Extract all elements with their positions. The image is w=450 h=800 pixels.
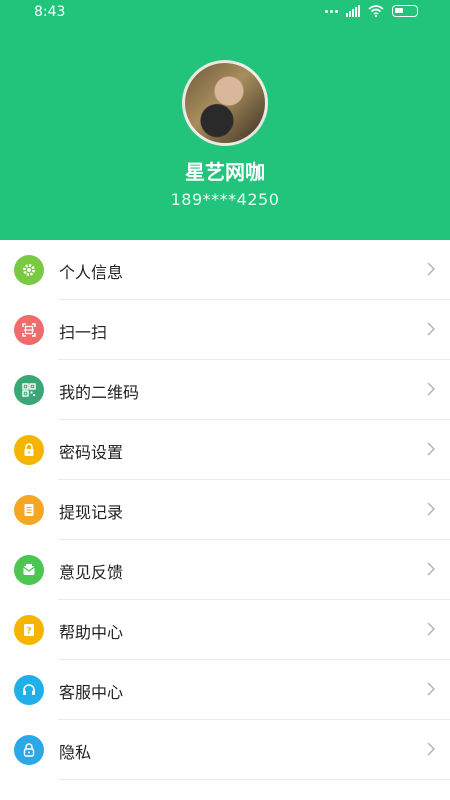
profile-header: 8:43 星艺网咖 189****4250	[0, 0, 450, 240]
status-bar: 8:43	[0, 0, 450, 26]
menu-item-label: 隐私	[59, 743, 92, 762]
menu-item-help-center[interactable]: ? 帮助中心	[0, 600, 450, 660]
help-icon: ?	[14, 615, 44, 645]
qr-code-icon	[14, 375, 44, 405]
status-time: 8:43	[34, 4, 66, 20]
headset-icon	[14, 675, 44, 705]
privacy-lock-icon	[14, 735, 44, 765]
menu-item-label: 提现记录	[59, 503, 124, 522]
avatar[interactable]	[182, 60, 268, 146]
menu-list: 个人信息 扫一扫 我的二维码 密码设置 提现记录 意见反馈 ? 帮助中心 客服中…	[0, 240, 450, 780]
menu-item-personal-info[interactable]: 个人信息	[0, 240, 450, 300]
menu-item-label: 个人信息	[59, 263, 124, 282]
menu-item-my-qr-code[interactable]: 我的二维码	[0, 360, 450, 420]
status-icons	[325, 5, 418, 17]
document-icon	[14, 495, 44, 525]
menu-item-label: 我的二维码	[59, 383, 140, 402]
wifi-icon	[368, 5, 384, 17]
menu-item-label: 帮助中心	[59, 623, 124, 642]
chevron-right-icon	[426, 740, 436, 758]
battery-icon	[392, 5, 418, 17]
gear-icon	[14, 255, 44, 285]
menu-item-customer-service[interactable]: 客服中心	[0, 660, 450, 720]
menu-item-scan[interactable]: 扫一扫	[0, 300, 450, 360]
chevron-right-icon	[426, 500, 436, 518]
chevron-right-icon	[426, 440, 436, 458]
chevron-right-icon	[426, 560, 436, 578]
username: 星艺网咖	[185, 160, 265, 184]
notification-dots-icon	[325, 9, 338, 13]
chevron-right-icon	[426, 380, 436, 398]
menu-item-withdrawal-records[interactable]: 提现记录	[0, 480, 450, 540]
menu-item-privacy[interactable]: 隐私	[0, 720, 450, 780]
menu-item-label: 密码设置	[59, 443, 124, 462]
menu-item-feedback[interactable]: 意见反馈	[0, 540, 450, 600]
menu-item-label: 意见反馈	[59, 563, 124, 582]
chevron-right-icon	[426, 620, 436, 638]
lock-icon	[14, 435, 44, 465]
phone-number: 189****4250	[170, 190, 280, 209]
feedback-icon	[14, 555, 44, 585]
chevron-right-icon	[426, 680, 436, 698]
signal-icon	[346, 5, 360, 17]
menu-item-label: 客服中心	[59, 683, 124, 702]
scan-icon	[14, 315, 44, 345]
chevron-right-icon	[426, 260, 436, 278]
menu-item-label: 扫一扫	[59, 323, 108, 342]
menu-item-password-settings[interactable]: 密码设置	[0, 420, 450, 480]
chevron-right-icon	[426, 320, 436, 338]
svg-text:?: ?	[26, 627, 31, 637]
